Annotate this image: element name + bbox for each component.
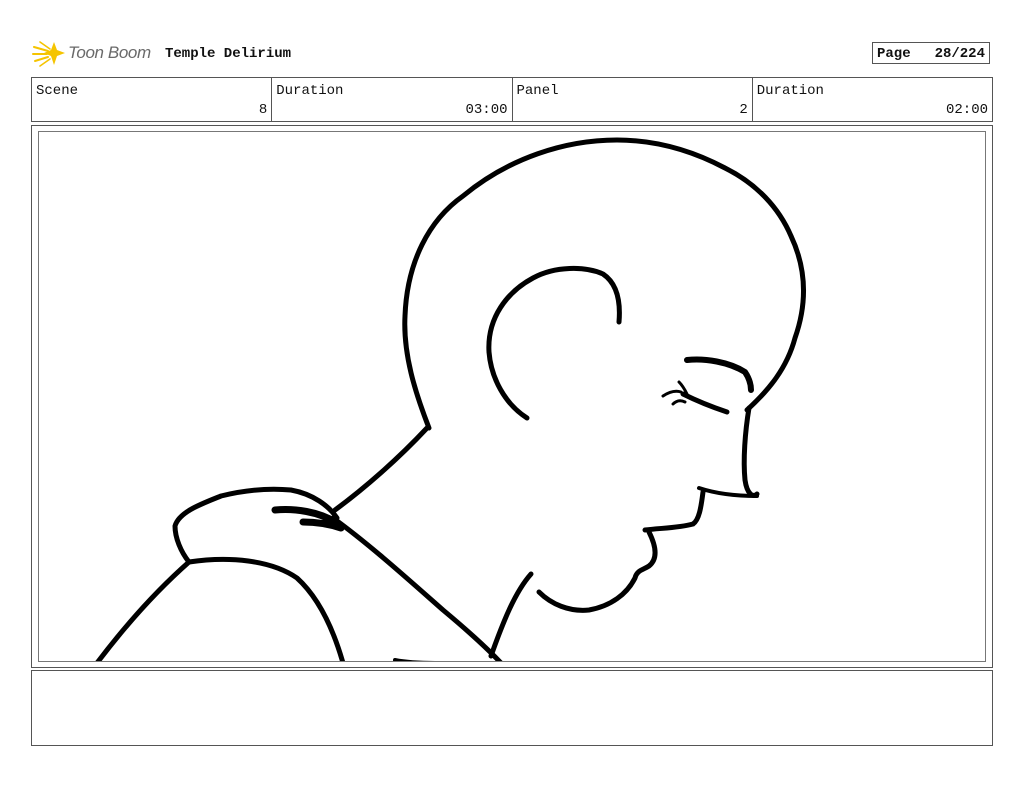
arm-line (330, 515, 503, 661)
panel-label: Panel (516, 83, 559, 99)
page-number: 28/224 (934, 46, 985, 62)
toon-boom-logo-icon (32, 41, 65, 67)
toon-boom-logo: Toon Boom (32, 38, 157, 70)
panel-duration-cell: Duration 02:00 (753, 78, 992, 121)
logo-text: Toon Boom (68, 43, 151, 62)
scene-duration-cell: Duration 03:00 (272, 78, 513, 121)
eye-lid (680, 391, 730, 415)
head-outline (402, 137, 807, 431)
scene-duration-label: Duration (276, 83, 344, 99)
panel-duration-label: Duration (756, 83, 824, 99)
scene-cell: Scene 8 (32, 78, 273, 121)
neck-back (332, 425, 430, 513)
project-title: Temple Delirium (165, 46, 292, 62)
panel-duration-value: 02:00 (945, 102, 988, 118)
panel-value: 2 (739, 102, 748, 118)
neck-front (488, 571, 534, 659)
shoulder (186, 556, 346, 661)
storyboard-panel-image (38, 131, 986, 662)
chin-line (536, 529, 658, 613)
mouth-chin (642, 489, 706, 533)
eyebrow (684, 356, 754, 393)
scene-duration-value: 03:00 (465, 102, 508, 118)
back-line (95, 559, 192, 661)
scene-label: Scene (36, 83, 79, 99)
sketch-drawing (95, 137, 807, 661)
storyboard-panel-frame (31, 125, 993, 668)
cloth-mark (393, 658, 436, 661)
page-indicator: Page 28/224 (872, 42, 990, 64)
face-profile (741, 405, 760, 498)
notes-area[interactable] (31, 670, 993, 746)
panel-info-row: Scene 8 Duration 03:00 Panel 2 Duration … (31, 77, 993, 122)
panel-cell: Panel 2 (513, 78, 753, 121)
scene-value: 8 (258, 102, 268, 118)
page-label: Page (877, 46, 911, 62)
ear (486, 265, 622, 421)
